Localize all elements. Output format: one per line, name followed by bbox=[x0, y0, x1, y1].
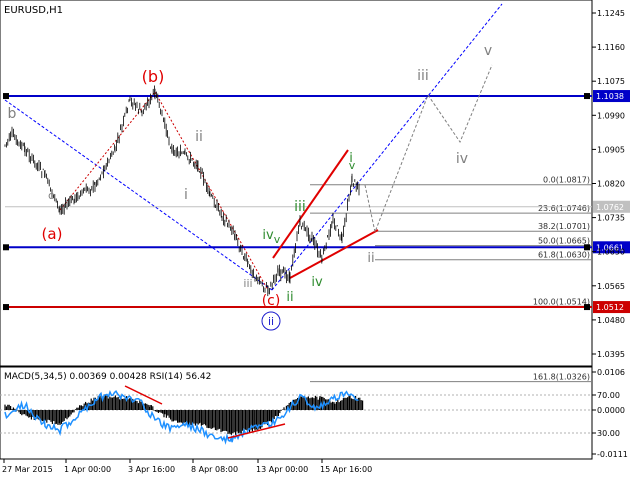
price-tick-label: 1.0905 bbox=[597, 145, 625, 154]
level-price-tag-label: 1.1038 bbox=[596, 92, 624, 101]
chart-window[interactable]: EURUSD,H1 0.0(1.0817) 23.6(1.0746) 38.2(1.… bbox=[0, 0, 640, 480]
wave-label: iv bbox=[311, 275, 323, 290]
time-tick-label: 15 Apr 16:00 bbox=[320, 465, 372, 474]
time-tick-label: 13 Apr 00:00 bbox=[256, 465, 308, 474]
wave-label: v bbox=[274, 233, 281, 246]
fib-level-label: 161.8(1.0326) bbox=[533, 373, 590, 382]
wave-label: iii bbox=[417, 68, 429, 84]
level-price-tag-label: 1.0512 bbox=[596, 303, 624, 312]
wave-label: (b) bbox=[142, 67, 165, 86]
time-tick-label: 27 Mar 2015 bbox=[2, 465, 53, 474]
fib-level-label: 61.8(1.0630) bbox=[538, 251, 590, 260]
level-anchor-handle[interactable] bbox=[584, 93, 590, 100]
price-tick-label: 1.0480 bbox=[597, 316, 625, 325]
wave-label: v bbox=[484, 43, 492, 59]
wave-label: ii bbox=[286, 290, 293, 305]
fib-level-label: 0.0(1.0817) bbox=[543, 176, 590, 185]
time-axis: 27 Mar 2015 1 Apr 00:00 3 Apr 16:00 8 Apr 0… bbox=[2, 459, 372, 474]
current-price-tag-label: 1.0762 bbox=[596, 203, 624, 212]
indicator-tick-label: -0.0111 bbox=[597, 450, 628, 459]
wave-label: iv bbox=[456, 151, 468, 167]
fib-level-label: 50.0(1.0665) bbox=[538, 237, 590, 246]
indicator-axis: 0.0106 70.00 0.0000 30.00 -0.0111 bbox=[592, 368, 628, 459]
time-tick-label: 3 Apr 16:00 bbox=[128, 465, 175, 474]
level-anchor-handle[interactable] bbox=[3, 93, 9, 100]
main-chart-frame bbox=[0, 0, 593, 367]
wave-label: c bbox=[48, 189, 54, 202]
indicator-tick-label: 70.00 bbox=[597, 391, 620, 400]
fib-level-label: 23.6(1.0746) bbox=[538, 204, 590, 213]
fib-level-label: 100.0(1.0514) bbox=[533, 297, 590, 306]
wave-label: ii bbox=[195, 129, 203, 145]
chart-canvas[interactable]: EURUSD,H1 0.0(1.0817) 23.6(1.0746) 38.2(1.… bbox=[0, 0, 640, 480]
wave-label: ii bbox=[268, 315, 274, 328]
price-tick-label: 1.0650 bbox=[597, 248, 625, 257]
chart-title: EURUSD,H1 bbox=[4, 5, 63, 16]
price-tick-label: 1.1160 bbox=[597, 43, 625, 52]
time-tick-label: 8 Apr 08:00 bbox=[191, 465, 238, 474]
price-tick-label: 1.0820 bbox=[597, 180, 625, 189]
level-anchor-handle[interactable] bbox=[584, 304, 590, 311]
wave-label: iii bbox=[243, 277, 252, 290]
fib-level-label: 38.2(1.0701) bbox=[538, 222, 590, 231]
level-anchor-handle[interactable] bbox=[3, 244, 9, 251]
wave-label: v bbox=[349, 159, 356, 172]
price-tick-label: 1.1245 bbox=[597, 9, 625, 18]
wave-label: iii bbox=[294, 199, 306, 215]
indicator-tick-label: 0.0106 bbox=[597, 368, 625, 377]
price-tick-label: 1.0565 bbox=[597, 282, 625, 291]
price-tick-label: 1.0990 bbox=[597, 111, 625, 120]
wave-label: b bbox=[8, 106, 17, 122]
wave-label: (c) bbox=[262, 293, 281, 309]
price-tick-label: 1.0395 bbox=[597, 350, 625, 359]
wave-label: iv bbox=[262, 228, 274, 243]
level-anchor-handle[interactable] bbox=[584, 244, 590, 251]
indicator-tick-label: 0.0000 bbox=[597, 406, 625, 415]
price-tick-label: 1.1075 bbox=[597, 77, 625, 86]
indicator-title: MACD(5,34,5) 0.00369 0.00428 RSI(14) 56.… bbox=[4, 372, 211, 382]
wave-label: ii bbox=[367, 251, 374, 266]
time-tick-label: 1 Apr 00:00 bbox=[64, 465, 111, 474]
indicator-tick-label: 30.00 bbox=[597, 429, 620, 438]
wave-label: i bbox=[184, 187, 188, 203]
level-anchor-handle[interactable] bbox=[3, 304, 9, 311]
wave-label: (a) bbox=[42, 225, 63, 243]
price-tick-label: 1.0735 bbox=[597, 214, 625, 223]
